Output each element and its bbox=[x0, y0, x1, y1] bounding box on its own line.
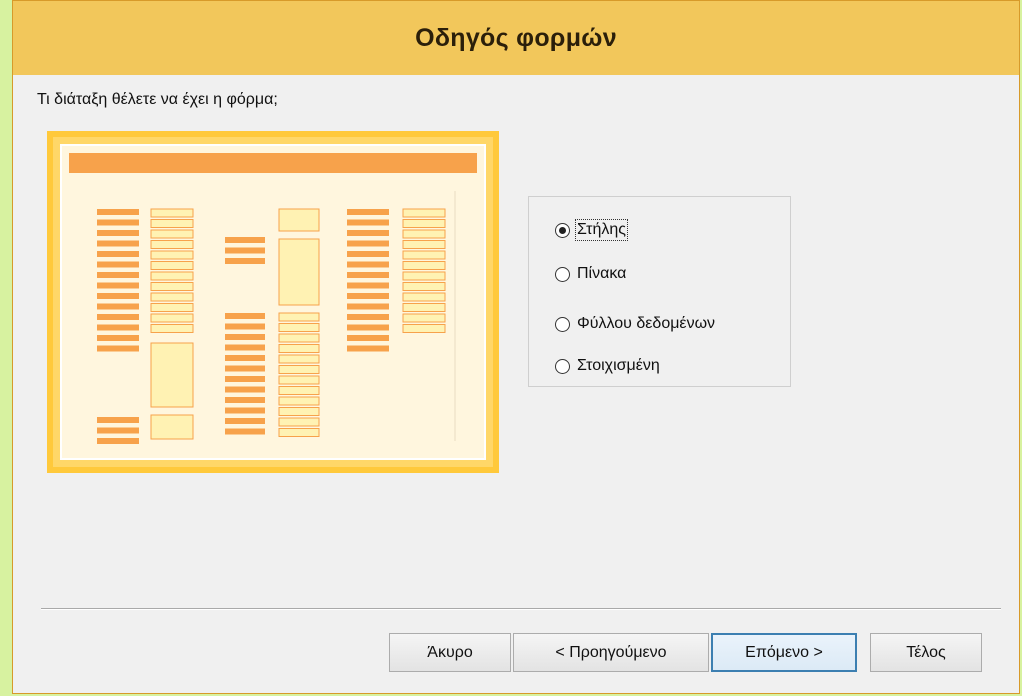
form-wizard-window: Οδηγός φορμών Τι διάταξη θέλετε να έχει … bbox=[12, 0, 1020, 694]
layout-question: Τι διάταξη θέλετε να έχει η φόρμα; bbox=[37, 91, 278, 108]
radio-button[interactable] bbox=[555, 266, 570, 282]
layout-option-datasheet[interactable]: Φύλλου δεδομένων bbox=[555, 315, 715, 333]
separator bbox=[41, 608, 1001, 610]
title-bar: Οδηγός φορμών bbox=[13, 1, 1019, 75]
cancel-button[interactable]: Άκυρο bbox=[389, 633, 511, 672]
layout-preview bbox=[47, 131, 499, 473]
radio-button[interactable] bbox=[555, 316, 570, 332]
radio-button[interactable] bbox=[555, 222, 570, 238]
option-label: Φύλλου δεδομένων bbox=[577, 315, 716, 332]
option-label: Στήλης bbox=[575, 219, 628, 241]
layout-option-justified[interactable]: Στοιχισμένη bbox=[555, 357, 660, 375]
finish-button[interactable]: Τέλος bbox=[870, 633, 982, 672]
layout-options-group: Στήλης Πίνακα Φύλλου δεδομένων Στοιχισμέ… bbox=[528, 196, 791, 387]
next-button[interactable]: Επόμενο > bbox=[711, 633, 857, 672]
layout-option-tabular[interactable]: Πίνακα bbox=[555, 265, 626, 283]
layout-option-columnar[interactable]: Στήλης bbox=[555, 219, 628, 241]
option-label: Στοιχισμένη bbox=[577, 357, 660, 374]
window-title: Οδηγός φορμών bbox=[415, 23, 617, 52]
back-button[interactable]: < Προηγούμενο bbox=[513, 633, 709, 672]
option-label: Πίνακα bbox=[577, 265, 627, 282]
radio-button[interactable] bbox=[555, 358, 570, 374]
